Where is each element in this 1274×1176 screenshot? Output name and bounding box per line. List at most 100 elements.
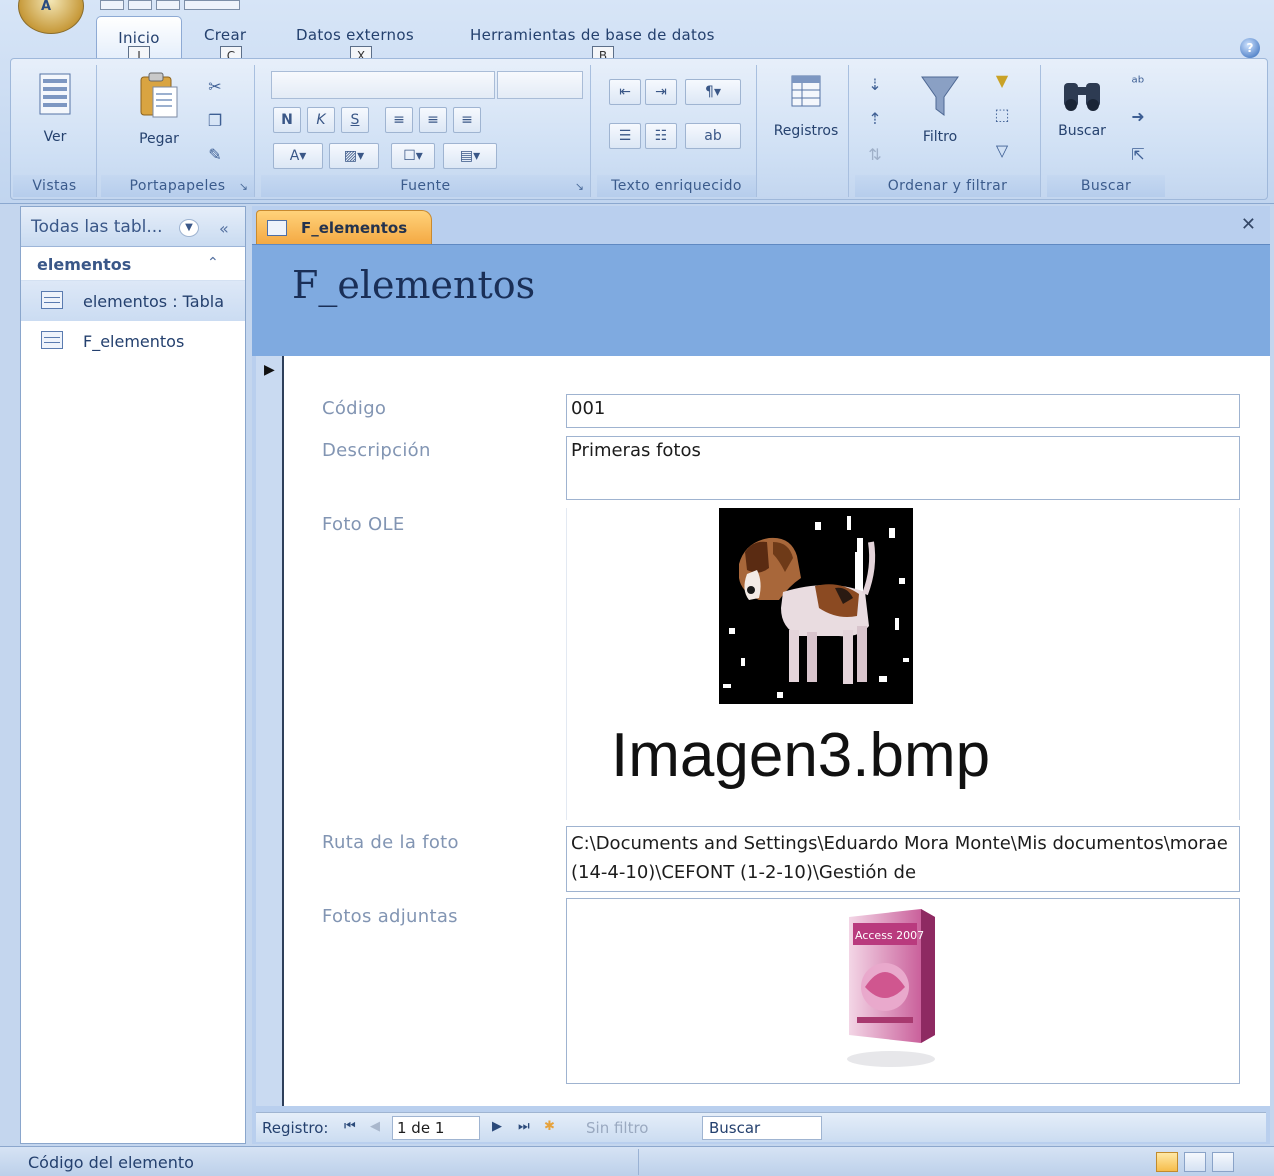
quick-access-save[interactable] xyxy=(100,0,124,10)
registros-label: Registros xyxy=(773,123,839,139)
group-texto-enriquecido: ⇤ ⇥ ¶▾ ☰ ☷ ab Texto enriquecido xyxy=(597,65,757,197)
underline-button[interactable]: S xyxy=(341,107,369,133)
increase-indent-button[interactable]: ⇥ xyxy=(645,79,677,105)
record-navigation-bar: Registro: ⏮ ◀ 1 de 1 ▶ ⏭ ✱ Sin filtro Bu… xyxy=(256,1112,1266,1142)
bullets-button[interactable]: ☷ xyxy=(645,123,677,149)
pegar-label: Pegar xyxy=(139,131,179,147)
document-tab-f-elementos[interactable]: F_elementos xyxy=(256,210,432,244)
next-record-icon[interactable]: ▶ xyxy=(492,1119,502,1134)
record-search-input[interactable]: Buscar xyxy=(702,1116,822,1140)
copy-icon[interactable]: ❐ xyxy=(205,111,225,131)
sort-ascending-icon[interactable]: ⇣ xyxy=(863,75,887,95)
nav-group-collapse-icon[interactable]: ⌃ xyxy=(207,255,219,271)
selection-filter-icon[interactable]: ▼ xyxy=(987,71,1017,91)
new-record-icon[interactable]: ✱ xyxy=(544,1119,555,1134)
group-fuente-label: Fuente xyxy=(261,175,590,197)
view-icon xyxy=(39,73,71,115)
filtro-button[interactable]: Filtro xyxy=(905,73,975,145)
form-icon xyxy=(267,220,287,236)
layout-view-icon[interactable] xyxy=(1184,1152,1206,1172)
records-icon xyxy=(791,75,821,107)
clear-sort-icon[interactable]: ⇅ xyxy=(863,145,887,165)
toggle-filter-icon[interactable]: ▽ xyxy=(987,141,1017,161)
alternate-fill-button[interactable]: ▤▾ xyxy=(443,143,497,169)
advanced-filter-icon[interactable]: ⬚ xyxy=(987,105,1017,125)
numbering-button[interactable]: ☰ xyxy=(609,123,641,149)
dog-picture-icon xyxy=(719,508,913,704)
registros-button[interactable]: Registros xyxy=(765,73,847,139)
codigo-field[interactable]: 001 xyxy=(566,394,1240,428)
group-registros: Registros xyxy=(763,65,849,197)
close-icon[interactable]: ✕ xyxy=(1241,214,1256,235)
ver-label: Ver xyxy=(43,129,67,145)
quick-access-redo[interactable] xyxy=(156,0,180,10)
fill-color-button[interactable]: ▨▾ xyxy=(329,143,379,169)
codigo-label: Código xyxy=(322,398,387,419)
ruta-field[interactable]: C:\Documents and Settings\Eduardo Mora M… xyxy=(566,826,1240,892)
buscar-label: Buscar xyxy=(1058,123,1106,139)
nav-group[interactable]: elementos ⌃ xyxy=(21,247,245,281)
design-view-icon[interactable] xyxy=(1212,1152,1234,1172)
form-view-icon[interactable] xyxy=(1156,1152,1178,1172)
cut-icon[interactable]: ✂ xyxy=(205,77,225,97)
nav-title[interactable]: Todas las tabl... xyxy=(31,217,163,237)
fotos-adjuntas-field[interactable]: Access 2007 xyxy=(566,898,1240,1084)
group-ordenar-filtrar: ⇣ ⇡ ⇅ Filtro ▼ ⬚ ▽ Ordenar y filtrar xyxy=(855,65,1041,197)
ver-button[interactable]: Ver xyxy=(27,71,83,145)
last-record-icon[interactable]: ⏭ xyxy=(518,1119,530,1134)
pegar-button[interactable]: Pegar xyxy=(127,71,191,147)
form-icon xyxy=(41,331,63,349)
previous-record-icon[interactable]: ◀ xyxy=(370,1119,380,1134)
fuente-launcher-icon[interactable]: ↘ xyxy=(575,180,584,193)
first-record-icon[interactable]: ⏮ xyxy=(344,1119,356,1134)
navigation-pane: Todas las tabl... ▼ « elementos ⌃ elemen… xyxy=(20,206,246,1144)
tab-crear[interactable]: Crear xyxy=(204,26,246,44)
help-icon[interactable]: ? xyxy=(1240,38,1260,58)
nav-item-f-elementos[interactable]: F_elementos xyxy=(21,321,245,361)
gridlines-button[interactable]: ☐▾ xyxy=(391,143,435,169)
nav-dropdown-icon[interactable]: ▼ xyxy=(179,219,199,237)
tab-datos-externos[interactable]: Datos externos xyxy=(296,26,414,44)
ribbon: A Inicio I Crear C Datos externos X Herr… xyxy=(0,0,1274,204)
foto-ole-field[interactable]: Imagen3.bmp xyxy=(566,508,1240,820)
current-record-field[interactable]: 1 de 1 xyxy=(392,1116,480,1140)
group-vistas-label: Vistas xyxy=(13,175,96,197)
portapapeles-launcher-icon[interactable]: ↘ xyxy=(239,180,248,193)
nav-item-elementos-tabla[interactable]: elementos : Tabla xyxy=(21,281,245,321)
format-painter-icon[interactable]: ✎ xyxy=(205,145,225,165)
replace-icon[interactable]: ᵃᵇ xyxy=(1123,73,1153,93)
foto-ole-label: Foto OLE xyxy=(322,514,405,535)
sort-descending-icon[interactable]: ⇡ xyxy=(863,109,887,129)
descripcion-field[interactable]: Primeras fotos xyxy=(566,436,1240,500)
paragraph-direction-button[interactable]: ¶▾ xyxy=(685,79,741,105)
align-right-button[interactable]: ≡ xyxy=(453,107,481,133)
form-body: Código 001 Descripción Primeras fotos Fo… xyxy=(284,356,1270,1106)
ole-caption: Imagen3.bmp xyxy=(611,721,991,790)
group-portapapeles: Pegar ✂ ❐ ✎ Portapapeles ↘ xyxy=(101,65,255,197)
bold-button[interactable]: N xyxy=(273,107,301,133)
go-to-icon[interactable]: ➜ xyxy=(1123,107,1153,127)
group-vistas: Ver Vistas xyxy=(13,65,97,197)
paste-icon xyxy=(140,72,178,118)
nav-header: Todas las tabl... ▼ « xyxy=(21,207,245,247)
select-icon[interactable]: ⇱ xyxy=(1123,145,1153,165)
font-name-combo[interactable] xyxy=(271,71,495,99)
italic-button[interactable]: K xyxy=(307,107,335,133)
record-selector[interactable]: ▶ xyxy=(256,356,284,1106)
filtro-label: Filtro xyxy=(922,129,958,145)
filter-status[interactable]: Sin filtro xyxy=(586,1119,648,1137)
tab-herramientas[interactable]: Herramientas de base de datos xyxy=(470,26,715,44)
font-color-button[interactable]: A▾ xyxy=(273,143,323,169)
highlight-button[interactable]: ab xyxy=(685,123,741,149)
align-left-button[interactable]: ≡ xyxy=(385,107,413,133)
buscar-button[interactable]: Buscar xyxy=(1047,73,1117,139)
decrease-indent-button[interactable]: ⇤ xyxy=(609,79,641,105)
font-size-combo[interactable] xyxy=(497,71,583,99)
nav-collapse-icon[interactable]: « xyxy=(219,219,229,238)
form-header: F_elementos xyxy=(252,244,1270,356)
quick-access-customize[interactable] xyxy=(184,0,240,10)
quick-access-undo[interactable] xyxy=(128,0,152,10)
descripcion-label: Descripción xyxy=(322,440,431,461)
align-center-button[interactable]: ≡ xyxy=(419,107,447,133)
binoculars-icon xyxy=(1064,83,1100,111)
